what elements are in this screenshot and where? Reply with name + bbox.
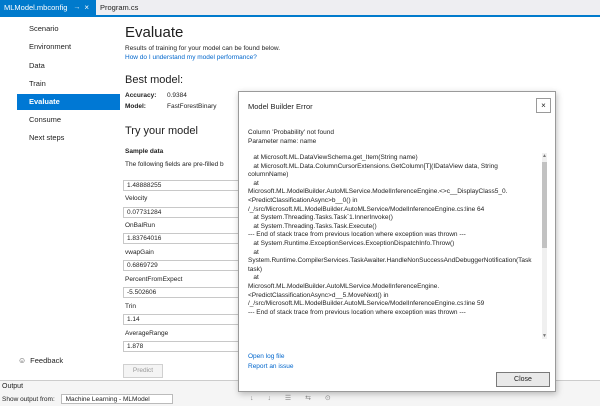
scroll-down-icon[interactable]: ▼ <box>542 333 547 339</box>
report-issue-link[interactable]: Report an issue <box>248 363 294 370</box>
page-title: Evaluate <box>125 24 184 41</box>
output-toolbar-icons[interactable]: ↓ ↓ ☰ ⇆ ⊙ <box>250 394 337 402</box>
predict-button[interactable]: Predict <box>123 364 163 378</box>
feedback-icon: ☺ <box>18 356 27 365</box>
feedback-label: Feedback <box>30 356 64 365</box>
pin-icon[interactable]: → <box>73 4 80 11</box>
field-label-velocity: Velocity <box>125 195 148 202</box>
accuracy-label: Accuracy: <box>125 92 157 99</box>
best-model-heading: Best model: <box>125 74 184 86</box>
tab-title: MLModel.mbconfig <box>4 3 68 12</box>
onbalrun-input[interactable]: 1.83764016 <box>123 233 243 244</box>
dialog-close-icon[interactable]: × <box>536 98 551 113</box>
field-input[interactable]: 1.48888255 <box>123 180 243 191</box>
error-message-line2: Parameter name: name <box>248 138 317 145</box>
tab-mlmodel-mbconfig[interactable]: MLModel.mbconfig → × <box>0 0 96 15</box>
percentfromexpect-input[interactable]: -5.502606 <box>123 287 243 298</box>
scrollbar-thumb[interactable] <box>542 162 547 248</box>
document-tab-strip: MLModel.mbconfig → × Program.cs <box>0 0 600 17</box>
scroll-up-icon[interactable]: ▲ <box>542 153 547 159</box>
feedback-link[interactable]: ☺ Feedback <box>18 356 63 365</box>
field-label-vwapgain: vwapGain <box>125 249 154 256</box>
open-log-file-link[interactable]: Open log file <box>248 353 285 360</box>
model-performance-link[interactable]: How do I understand my model performance… <box>125 54 257 61</box>
close-icon[interactable]: × <box>84 3 89 12</box>
error-message-line1: Column 'Probability' not found <box>248 129 334 136</box>
model-row: Model: FastForestBinary <box>125 103 217 110</box>
stack-trace-box[interactable]: at Microsoft.ML.DataViewSchema.get_Item(… <box>248 153 538 339</box>
nav-item-next-steps[interactable]: Next steps <box>17 130 120 146</box>
accuracy-value: 0.9384 <box>167 92 187 99</box>
nav-item-evaluate[interactable]: Evaluate <box>17 94 120 110</box>
dialog-close-button[interactable]: Close <box>496 372 550 387</box>
nav-item-environment[interactable]: Environment <box>17 39 120 55</box>
field-label-percentfromexpect: PercentFromExpect <box>125 276 183 283</box>
field-label-averagerange: AverageRange <box>125 330 169 337</box>
prefilled-description: The following fields are pre-filled b <box>125 161 224 168</box>
stack-trace-scrollbar[interactable]: ▲ ▼ <box>542 153 547 339</box>
model-builder-error-dialog: Model Builder Error × Column 'Probabilit… <box>238 91 556 392</box>
model-label: Model: <box>125 103 146 110</box>
nav-item-consume[interactable]: Consume <box>17 112 120 128</box>
trin-input[interactable]: 1.14 <box>123 314 243 325</box>
accuracy-row: Accuracy: 0.9384 <box>125 92 187 99</box>
velocity-input[interactable]: 0.07731284 <box>123 207 243 218</box>
nav-item-data[interactable]: Data <box>17 58 120 74</box>
nav-item-train[interactable]: Train <box>17 76 120 92</box>
tab-program-cs[interactable]: Program.cs <box>96 0 156 15</box>
show-output-label: Show output from: <box>2 396 55 403</box>
field-label-trin: Trin <box>125 303 136 310</box>
averagerange-input[interactable]: 1.878 <box>123 341 243 352</box>
error-message: Column 'Probability' not found Parameter… <box>248 128 334 146</box>
try-model-heading: Try your model <box>125 125 198 137</box>
nav-item-scenario[interactable]: Scenario <box>17 21 120 37</box>
model-value: FastForestBinary <box>167 103 217 110</box>
vwapgain-input[interactable]: 0.6869729 <box>123 260 243 271</box>
field-label-onbalrun: OnBalRun <box>125 222 155 229</box>
stack-trace-text: at Microsoft.ML.DataViewSchema.get_Item(… <box>248 154 532 316</box>
step-navigation: Scenario Environment Data Train Evaluate… <box>0 17 120 380</box>
intro-text: Results of training for your model can b… <box>125 45 281 52</box>
sample-data-heading: Sample data <box>125 148 164 155</box>
tab-title: Program.cs <box>100 3 139 12</box>
dialog-title: Model Builder Error <box>248 102 313 111</box>
output-source-select[interactable]: Machine Learning - MLModel <box>60 394 173 405</box>
